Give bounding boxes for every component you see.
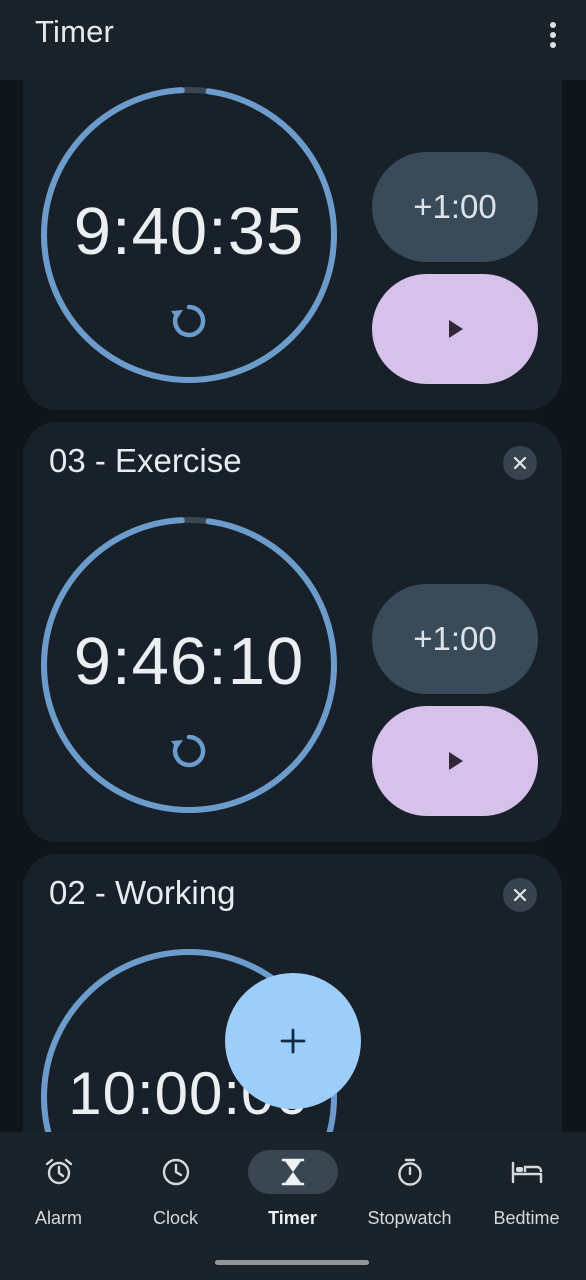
hourglass-icon xyxy=(281,1158,304,1186)
timer-label[interactable]: 03 - Exercise xyxy=(49,442,242,480)
app-bar: Timer xyxy=(0,0,586,80)
page-title: Timer xyxy=(35,14,115,49)
play-button[interactable] xyxy=(372,706,538,816)
nav-item-clock[interactable]: Clock xyxy=(117,1148,234,1238)
progress-ring: 9:46:10 xyxy=(39,515,339,815)
nav-item-bedtime[interactable]: Bedtime xyxy=(468,1148,585,1238)
more-options-icon[interactable] xyxy=(538,18,568,52)
timer-card: 9:40:35 +1:00 xyxy=(23,40,562,410)
reset-icon[interactable] xyxy=(165,727,213,775)
timer-display: 9:40:35 xyxy=(73,194,305,269)
timer-card: 03 - Exercise 9:46:10 +1:00 xyxy=(23,422,562,842)
bottom-navigation: Alarm Clock Timer Stopwatch Bedtime xyxy=(0,1132,586,1280)
timer-display: 9:46:10 xyxy=(73,624,305,699)
nav-label: Bedtime xyxy=(493,1208,560,1228)
stopwatch-icon xyxy=(397,1158,422,1186)
add-one-minute-button[interactable]: +1:00 xyxy=(372,152,538,262)
plus-icon xyxy=(280,1028,306,1054)
progress-ring: 9:40:35 xyxy=(39,85,339,385)
add-timer-button[interactable] xyxy=(225,973,361,1109)
nav-label: Stopwatch xyxy=(367,1208,452,1228)
nav-item-alarm[interactable]: Alarm xyxy=(0,1148,117,1238)
add-one-minute-button[interactable]: +1:00 xyxy=(372,584,538,694)
nav-item-stopwatch[interactable]: Stopwatch xyxy=(351,1148,468,1238)
play-icon xyxy=(449,320,463,338)
nav-label: Timer xyxy=(268,1208,317,1228)
timer-app: Timer 9:40:35 +1:00 03 - Exercise 9:46:1… xyxy=(0,0,586,1280)
close-icon[interactable] xyxy=(503,878,537,912)
play-icon xyxy=(449,752,463,770)
alarm-icon xyxy=(45,1158,72,1185)
nav-item-timer[interactable]: Timer xyxy=(234,1148,351,1238)
play-button[interactable] xyxy=(372,274,538,384)
timer-label[interactable]: 02 - Working xyxy=(49,874,235,912)
clock-icon xyxy=(162,1158,189,1186)
nav-label: Alarm xyxy=(34,1208,82,1228)
nav-label: Clock xyxy=(152,1208,198,1228)
bed-icon xyxy=(511,1161,542,1184)
close-icon[interactable] xyxy=(503,446,537,480)
reset-icon[interactable] xyxy=(165,297,213,345)
gesture-bar[interactable] xyxy=(215,1260,369,1265)
